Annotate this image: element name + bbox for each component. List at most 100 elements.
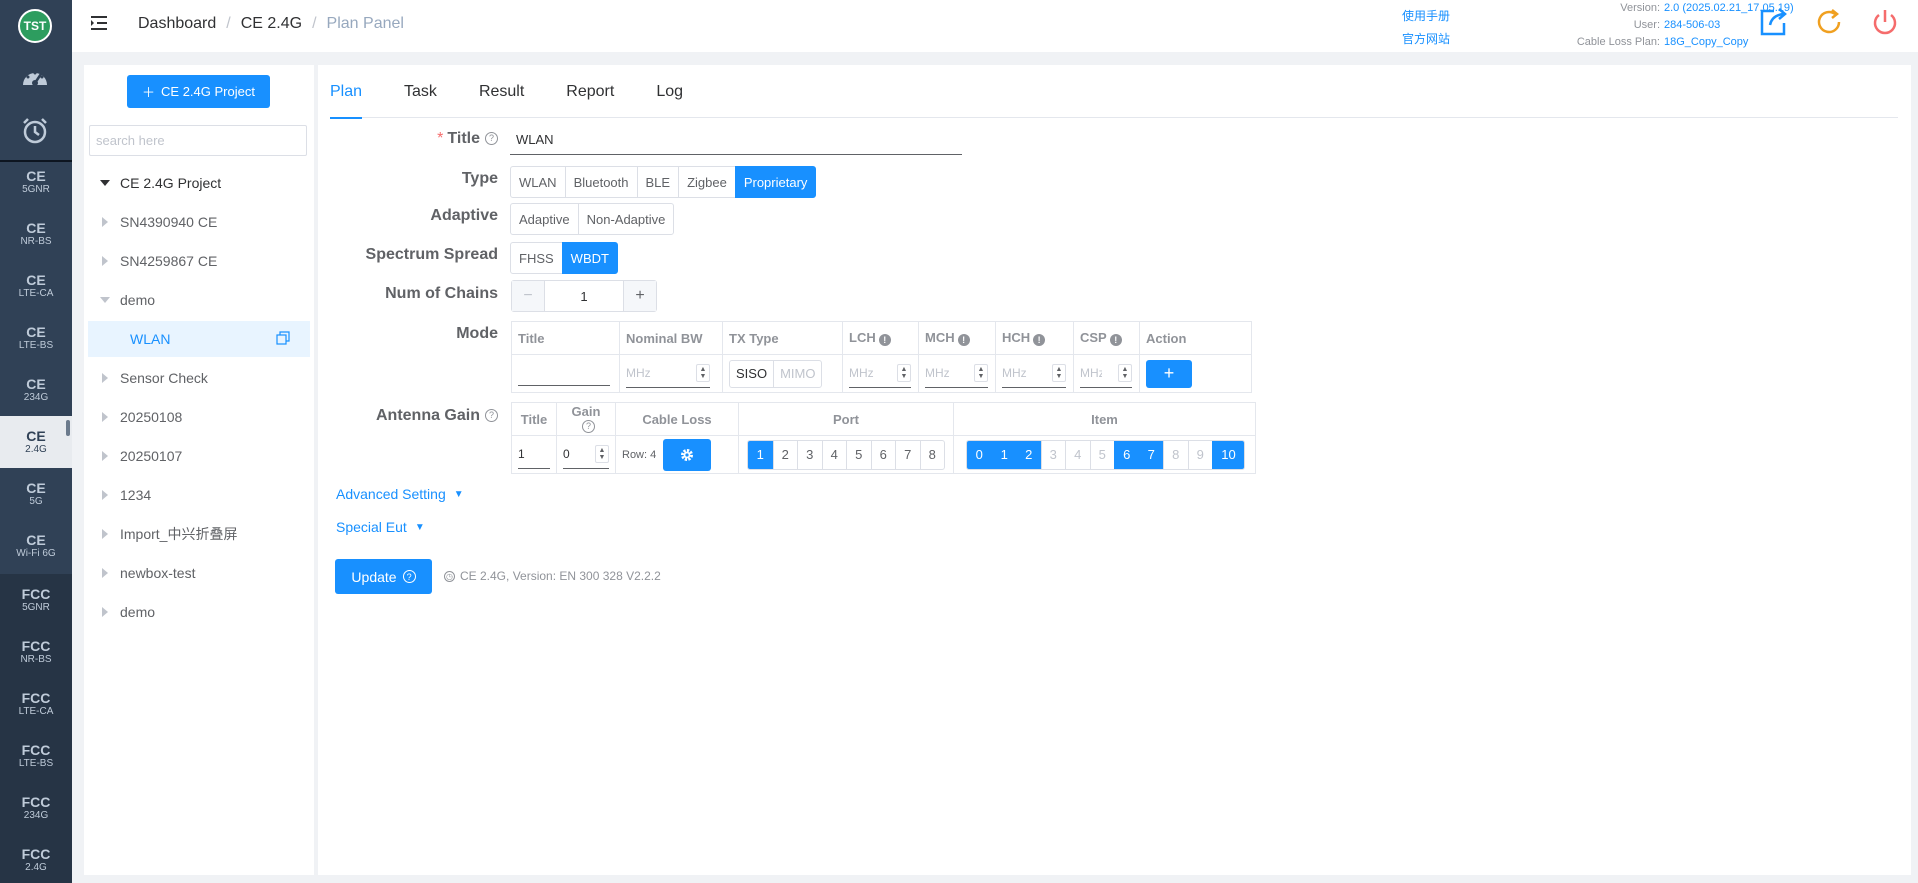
spinner-icon[interactable]: ▲ ▼ (897, 364, 911, 382)
tree-node[interactable]: Sensor Check (84, 360, 314, 396)
caret-right-icon[interactable] (99, 412, 111, 422)
spinner-icon[interactable]: ▲ ▼ (1118, 364, 1132, 382)
item-8[interactable]: 8 (1163, 440, 1188, 469)
tree-node[interactable]: demo (84, 594, 314, 630)
port-3[interactable]: 3 (797, 440, 822, 469)
adaptive-option-adaptive[interactable]: Adaptive (510, 203, 579, 235)
caret-right-icon[interactable] (99, 607, 111, 617)
breadcrumb-dashboard[interactable]: Dashboard (138, 15, 216, 33)
item-3[interactable]: 3 (1040, 440, 1066, 469)
breadcrumb-ce-24g[interactable]: CE 2.4G (241, 15, 302, 33)
spread-option-fhss[interactable]: FHSS (510, 242, 563, 274)
refresh-icon[interactable] (1810, 3, 1848, 41)
nav-item-ce-wi-fi-6g[interactable]: CE Wi-Fi 6G (0, 520, 72, 572)
caret-down-icon[interactable] (99, 179, 111, 187)
tree-node[interactable]: SN4259867 CE (84, 243, 314, 279)
tab-task[interactable]: Task (404, 65, 437, 118)
special-eut-toggle[interactable]: Special Eut ▼ (336, 519, 425, 535)
advanced-setting-toggle[interactable]: Advanced Setting ▼ (336, 486, 464, 502)
nav-item-ce-5g[interactable]: CE 5G (0, 468, 72, 520)
dashboard-gauge-icon[interactable] (16, 60, 54, 98)
nav-item-ce-2-4g[interactable]: CE 2.4G (0, 416, 72, 468)
nav-item-fcc-234g[interactable]: FCC 234G (0, 782, 72, 834)
spinner-icon[interactable]: ▲ ▼ (974, 364, 988, 382)
item-6[interactable]: 6 (1114, 440, 1139, 469)
port-6[interactable]: 6 (870, 440, 896, 469)
item-10[interactable]: 10 (1212, 440, 1244, 469)
caret-right-icon[interactable] (99, 256, 111, 266)
menu-toggle-icon[interactable] (89, 14, 111, 36)
port-4[interactable]: 4 (821, 440, 847, 469)
tree-node[interactable]: newbox-test (84, 555, 314, 591)
tree-node[interactable]: 20250107 (84, 438, 314, 474)
type-option-bluetooth[interactable]: Bluetooth (564, 166, 638, 198)
decrement-button[interactable]: − (512, 281, 544, 311)
nav-item-fcc-lte-bs[interactable]: FCC LTE-BS (0, 730, 72, 782)
tree-node[interactable]: 1234 (84, 477, 314, 513)
title-input[interactable] (510, 125, 962, 155)
add-mode-button[interactable]: + (1146, 359, 1192, 388)
spinner-icon[interactable]: ▲ ▼ (1052, 364, 1066, 382)
item-1[interactable]: 1 (991, 440, 1016, 469)
port-2[interactable]: 2 (772, 440, 798, 469)
tx-mimo-option[interactable]: MIMO (774, 361, 821, 387)
alarm-clock-icon[interactable] (16, 112, 54, 150)
hch-input[interactable]: MHz ▲ ▼ (1002, 360, 1066, 388)
port-8[interactable]: 8 (919, 440, 945, 469)
item-5[interactable]: 5 (1089, 440, 1115, 469)
cable-loss-settings-button[interactable] (663, 438, 712, 471)
tree-node[interactable]: 20250108 (84, 399, 314, 435)
tree-node[interactable]: demo (84, 282, 314, 318)
nav-item-ce-nr-bs[interactable]: CE NR-BS (0, 208, 72, 260)
tab-report[interactable]: Report (566, 65, 614, 118)
logo[interactable]: TST (18, 9, 52, 43)
item-0[interactable]: 0 (967, 440, 992, 469)
nav-item-fcc-2-4g[interactable]: FCC 2.4G (0, 834, 72, 883)
tree-node[interactable]: SN4390940 CE (84, 204, 314, 240)
search-input[interactable] (89, 125, 307, 156)
nominal-bw-input[interactable]: MHz ▲ ▼ (626, 360, 710, 388)
tab-log[interactable]: Log (656, 65, 683, 118)
info-icon[interactable]: ! (1033, 334, 1046, 346)
add-project-button[interactable]: ＋ CE 2.4G Project (127, 75, 270, 108)
copy-icon[interactable] (276, 330, 290, 348)
update-button[interactable]: Update? (335, 559, 432, 594)
tab-result[interactable]: Result (479, 65, 524, 118)
port-7[interactable]: 7 (895, 440, 920, 469)
power-logout-icon[interactable] (1866, 3, 1904, 41)
item-7[interactable]: 7 (1138, 440, 1163, 469)
mch-input[interactable]: MHz ▲ ▼ (925, 360, 988, 388)
increment-button[interactable]: + (624, 281, 656, 311)
official-site-link[interactable]: 官方网站 (1402, 28, 1450, 51)
tx-siso-option[interactable]: SISO (730, 360, 775, 387)
caret-right-icon[interactable] (99, 568, 111, 578)
nav-item-ce-5gnr[interactable]: CE 5GNR (0, 156, 72, 208)
spread-option-wbdt[interactable]: WBDT (561, 242, 618, 274)
csp-input[interactable]: MHz ▲ ▼ (1080, 360, 1132, 388)
item-4[interactable]: 4 (1065, 440, 1090, 469)
help-icon[interactable]: ? (582, 419, 595, 433)
item-2[interactable]: 2 (1016, 440, 1041, 469)
nav-item-ce-lte-bs[interactable]: CE LTE-BS (0, 312, 72, 364)
info-icon[interactable]: ! (878, 334, 891, 346)
help-icon[interactable]: ? (485, 408, 498, 422)
info-icon[interactable]: ! (1109, 334, 1122, 346)
num-chains-value[interactable]: 1 (544, 281, 624, 311)
export-share-icon[interactable] (1754, 3, 1792, 41)
type-option-proprietary[interactable]: Proprietary (734, 166, 817, 198)
ag-gain-input[interactable]: 0 ▲ ▼ (563, 441, 609, 469)
caret-right-icon[interactable] (99, 373, 111, 383)
tree-node[interactable]: WLAN (88, 321, 310, 357)
nav-scrollbar[interactable] (66, 420, 70, 436)
nav-item-fcc-lte-ca[interactable]: FCC LTE-CA (0, 678, 72, 730)
caret-down-icon[interactable] (99, 296, 111, 304)
caret-right-icon[interactable] (99, 451, 111, 461)
nav-item-ce-lte-ca[interactable]: CE LTE-CA (0, 260, 72, 312)
type-option-wlan[interactable]: WLAN (510, 166, 566, 198)
help-icon[interactable]: ? (485, 131, 498, 145)
nav-item-ce-234g[interactable]: CE 234G (0, 364, 72, 416)
spinner-icon[interactable]: ▲ ▼ (595, 445, 609, 463)
user-manual-link[interactable]: 使用手册 (1402, 5, 1450, 28)
port-1[interactable]: 1 (748, 440, 773, 469)
info-icon[interactable]: ! (957, 334, 970, 346)
